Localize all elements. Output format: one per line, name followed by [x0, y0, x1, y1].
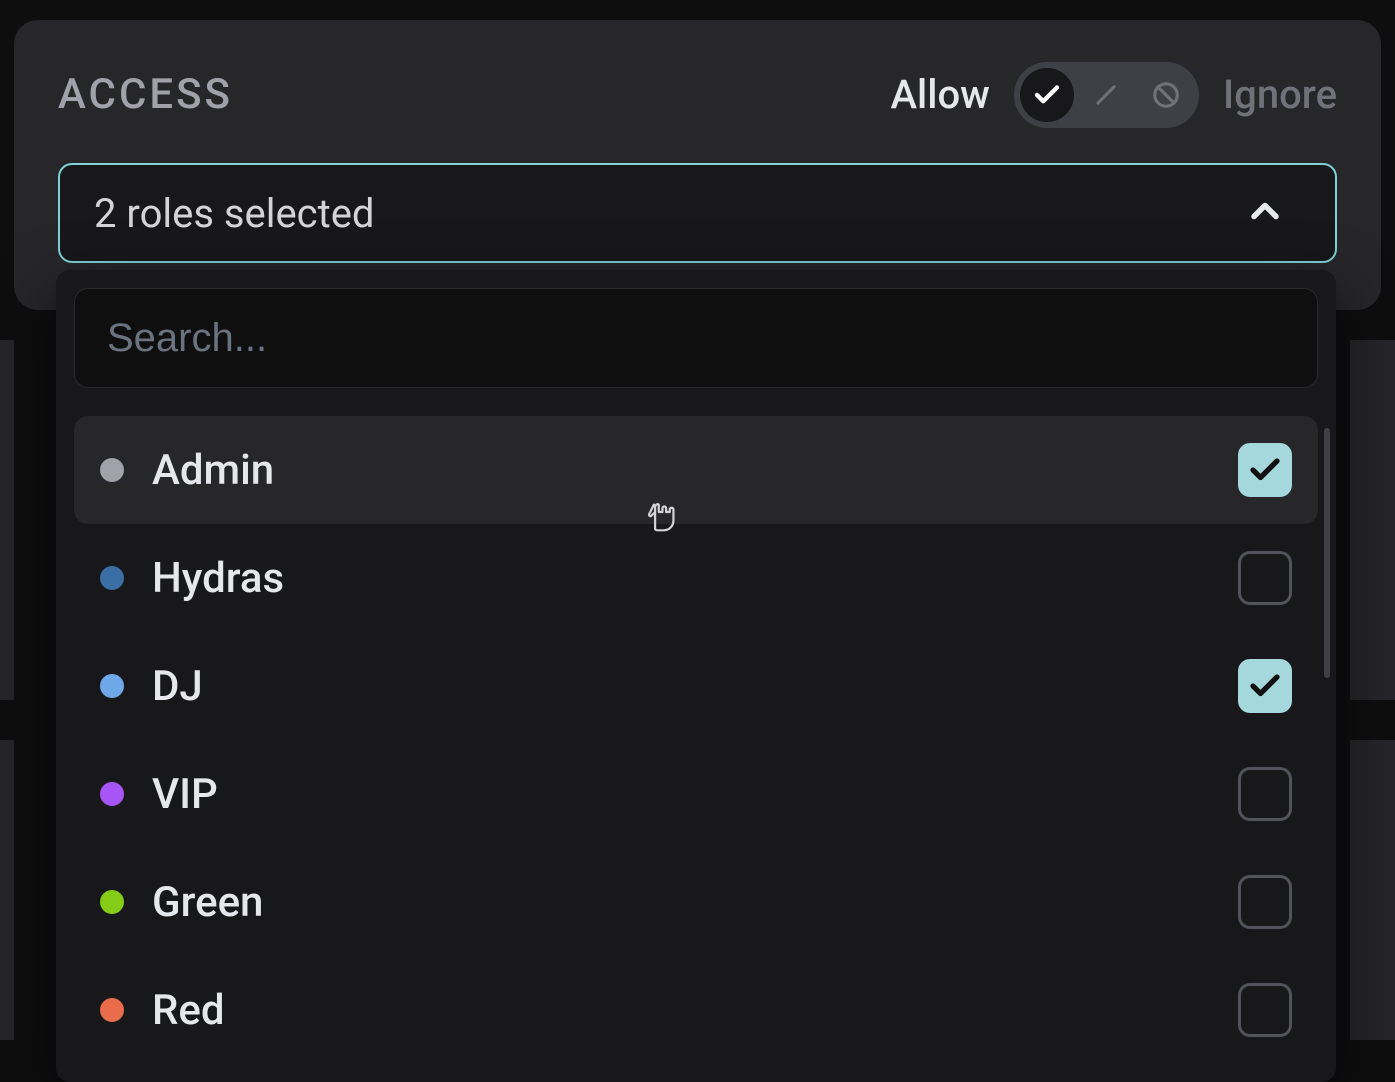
role-name-label: VIP [152, 770, 218, 819]
mode-group: Allow Ignore [891, 62, 1337, 128]
role-name-label: DJ [152, 662, 203, 711]
slash-icon [1092, 81, 1120, 109]
role-item-left: Red [100, 986, 225, 1035]
role-color-dot [100, 782, 124, 806]
toggle-neutral-slot[interactable] [1080, 68, 1134, 122]
role-item-left: Admin [100, 446, 274, 495]
scrollbar[interactable] [1324, 428, 1330, 678]
toggle-allow-slot[interactable] [1020, 68, 1074, 122]
role-item[interactable]: Hydras [74, 524, 1318, 632]
role-color-dot [100, 566, 124, 590]
ban-icon [1151, 80, 1181, 110]
role-name-label: Admin [152, 446, 274, 495]
role-name-label: Green [152, 878, 263, 927]
chevron-up-icon [1243, 189, 1287, 237]
access-panel: ACCESS Allow [14, 20, 1381, 310]
role-checkbox[interactable] [1238, 443, 1292, 497]
role-checkbox[interactable] [1238, 983, 1292, 1037]
panel-header: ACCESS Allow [58, 62, 1337, 127]
role-item-left: Hydras [100, 554, 284, 603]
check-icon [1032, 80, 1062, 110]
role-checkbox[interactable] [1238, 767, 1292, 821]
role-color-dot [100, 998, 124, 1022]
background-panel [0, 340, 14, 700]
roles-search-input[interactable] [74, 288, 1318, 388]
ignore-label: Ignore [1223, 71, 1337, 118]
role-checkbox[interactable] [1238, 659, 1292, 713]
role-color-dot [100, 674, 124, 698]
role-item-left: VIP [100, 770, 218, 819]
roles-select-trigger[interactable]: 2 roles selected [58, 163, 1337, 263]
role-item[interactable]: Red [74, 956, 1318, 1064]
role-color-dot [100, 458, 124, 482]
roles-select-summary: 2 roles selected [94, 190, 374, 237]
role-name-label: Red [152, 986, 225, 1035]
role-item[interactable]: VIP [74, 740, 1318, 848]
role-item-left: DJ [100, 662, 203, 711]
background-panel [1350, 740, 1395, 1040]
allow-label: Allow [891, 71, 990, 118]
role-checkbox[interactable] [1238, 875, 1292, 929]
background-panel [0, 740, 14, 1040]
panel-title: ACCESS [58, 70, 233, 119]
check-icon [1247, 452, 1283, 488]
roles-dropdown: Admin Hydras DJ VIP Green Red [56, 270, 1336, 1082]
role-color-dot [100, 890, 124, 914]
check-icon [1247, 668, 1283, 704]
background-panel [1350, 340, 1395, 700]
role-item[interactable]: Green [74, 848, 1318, 956]
role-checkbox[interactable] [1238, 551, 1292, 605]
role-item-left: Green [100, 878, 263, 927]
access-toggle[interactable] [1014, 62, 1199, 128]
role-list: Admin Hydras DJ VIP Green Red [74, 416, 1318, 1064]
role-name-label: Hydras [152, 554, 284, 603]
role-item[interactable]: DJ [74, 632, 1318, 740]
toggle-deny-slot[interactable] [1139, 68, 1193, 122]
role-item[interactable]: Admin [74, 416, 1318, 524]
